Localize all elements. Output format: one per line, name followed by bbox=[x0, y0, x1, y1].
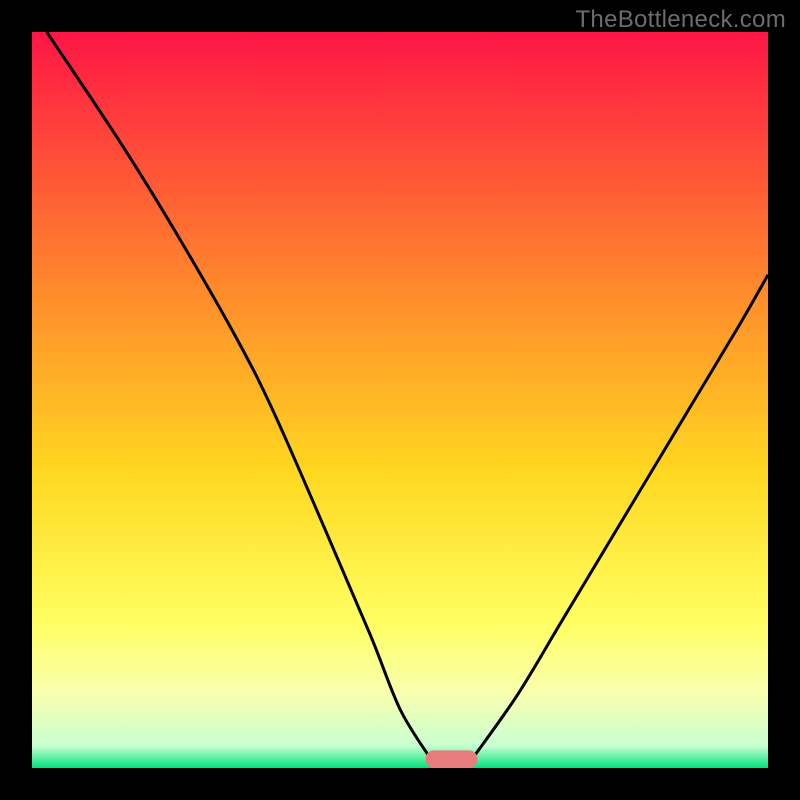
chart-background-gradient bbox=[32, 32, 768, 768]
watermark-text: TheBottleneck.com bbox=[575, 6, 786, 34]
chart-svg bbox=[32, 32, 768, 768]
chart-frame: TheBottleneck.com bbox=[0, 0, 800, 800]
min-marker bbox=[426, 750, 478, 768]
chart-plot-area bbox=[32, 32, 768, 768]
